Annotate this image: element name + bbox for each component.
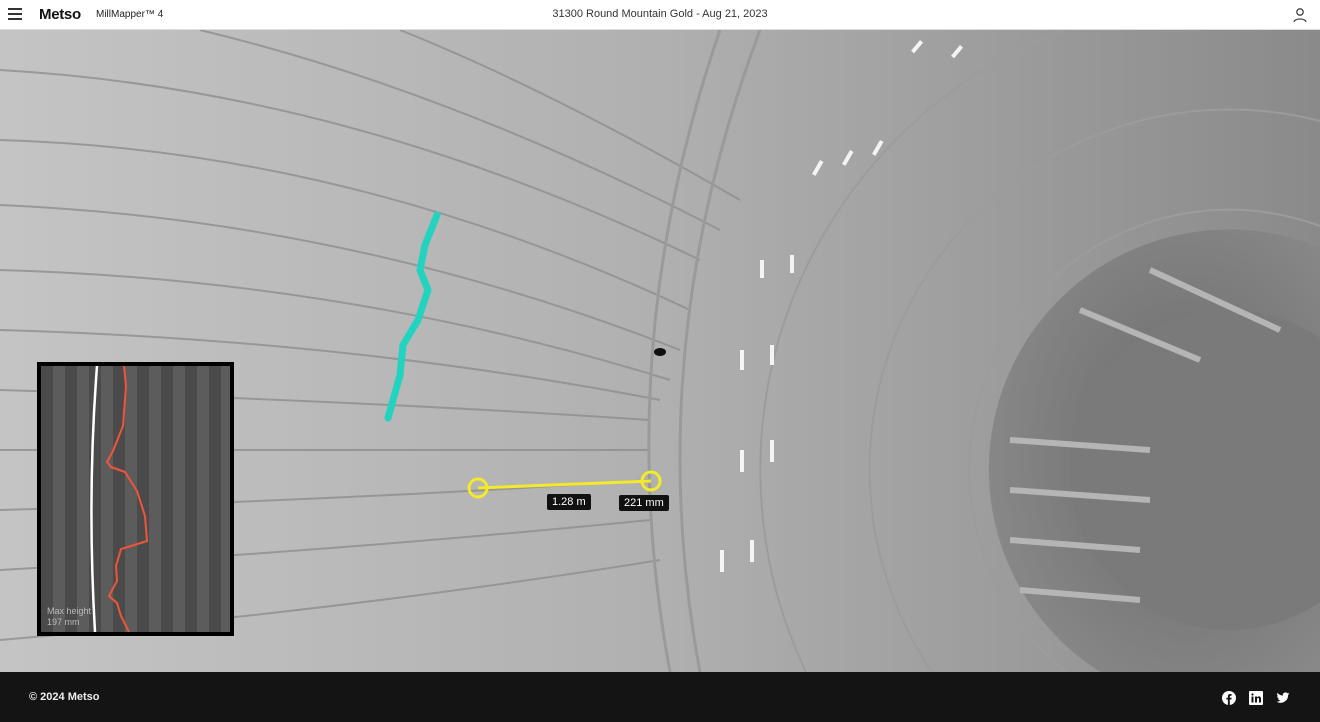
copyright: © 2024 Metso	[29, 691, 99, 703]
facebook-icon[interactable]	[1222, 691, 1236, 705]
linkedin-icon[interactable]	[1249, 691, 1263, 705]
twitter-icon[interactable]	[1276, 691, 1290, 705]
app-header: Metso MillMapper™ 4 31300 Round Mountain…	[0, 0, 1320, 30]
user-icon[interactable]	[1292, 7, 1308, 23]
liner-height-profile	[107, 366, 147, 632]
baseline-line	[91, 366, 97, 632]
profile-chart	[41, 366, 230, 632]
mill-3d-viewer[interactable]: 1.28 m 221 mm Max height197 mm	[0, 30, 1320, 672]
measurement-length-label: 1.28 m	[547, 494, 591, 510]
profile-inset-panel: Max height197 mm	[37, 362, 234, 636]
page-title: 31300 Round Mountain Gold - Aug 21, 2023	[0, 8, 1320, 20]
footer: © 2024 Metso	[0, 672, 1320, 722]
max-height-label: Max height197 mm	[47, 606, 91, 628]
measurement-height-label: 221 mm	[619, 495, 669, 511]
eye-icon	[654, 348, 666, 356]
